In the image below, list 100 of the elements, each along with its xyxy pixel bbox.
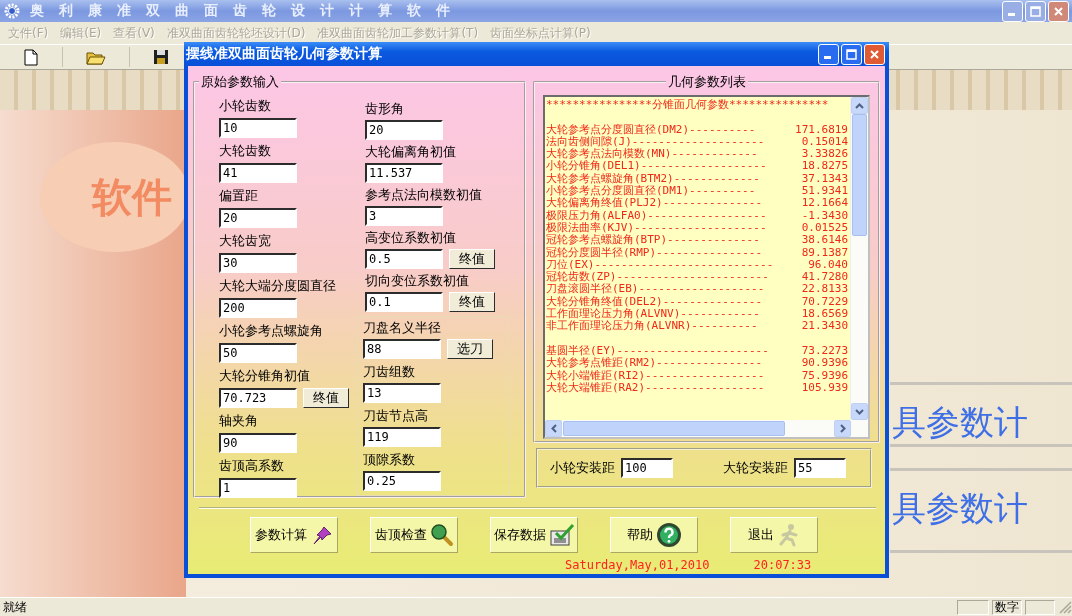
parameter-name: 非工作面理论压力角(ALVNR)---------- xyxy=(546,320,758,333)
vertical-scrollbar[interactable] xyxy=(850,97,868,420)
parameter-value: 3.33826 xyxy=(801,148,848,161)
field-label: 大轮齿宽 xyxy=(219,232,272,250)
caret-down-icon xyxy=(855,408,864,415)
field-label: 大轮大端分度圆直径 xyxy=(219,277,337,295)
input-field[interactable]: 200 xyxy=(219,298,297,318)
parameter-value: 22.8133 xyxy=(801,283,848,296)
scroll-thumb[interactable] xyxy=(563,421,785,436)
input-field[interactable]: 70.723 xyxy=(219,388,297,408)
input-field[interactable]: 50 xyxy=(219,343,297,363)
minimize-button[interactable] xyxy=(818,43,839,65)
parameter-name: 极限压力角(ALFA0)------------------ xyxy=(546,209,767,222)
parameter-value: 75.9396 xyxy=(801,369,848,382)
caret-up-icon xyxy=(855,102,864,109)
parameter-value: -1.3430 xyxy=(801,209,848,222)
maximize-icon xyxy=(846,48,857,60)
save-icon[interactable] xyxy=(153,49,169,65)
parameter-value: 171.6819 xyxy=(795,123,848,136)
input-field[interactable]: 0.1 xyxy=(365,292,443,312)
input-field[interactable]: 3 xyxy=(365,206,443,226)
input-field[interactable]: 10 xyxy=(219,118,297,138)
disk-check-icon xyxy=(548,523,575,547)
input-field[interactable]: 20 xyxy=(365,120,443,140)
minimize-icon xyxy=(1007,12,1015,16)
small-button[interactable]: 终值 xyxy=(449,249,495,269)
parameter-value: 12.1664 xyxy=(801,197,848,210)
parameter-name: 大轮大端锥距(RA2)------------------ xyxy=(546,381,765,395)
input-field[interactable]: 119 xyxy=(363,427,441,447)
status-text: 就绪 xyxy=(2,598,27,616)
action-button[interactable]: 齿顶检查 xyxy=(370,517,458,553)
parameter-name: 冠轮齿数(ZP)----------------------- xyxy=(546,271,769,284)
parameter-value: 0.01525 xyxy=(801,221,848,235)
caret-left-icon xyxy=(550,424,557,433)
scroll-down-button[interactable] xyxy=(851,403,868,420)
action-button[interactable]: 退出 xyxy=(730,517,818,553)
input-field[interactable]: 55 xyxy=(794,458,846,478)
parameter-name: 基圆半径(EY)----------------------- xyxy=(546,344,769,357)
parameter-value: 51.9341 xyxy=(801,185,848,198)
field-label: 轴夹角 xyxy=(219,412,259,430)
small-button[interactable]: 终值 xyxy=(449,292,495,312)
input-field[interactable]: 0.25 xyxy=(363,471,441,491)
input-field[interactable]: 30 xyxy=(219,253,297,273)
input-field[interactable]: 20 xyxy=(219,208,297,228)
field-label: 大轮齿数 xyxy=(219,142,272,160)
input-field[interactable]: 100 xyxy=(621,458,673,478)
folder-icon[interactable] xyxy=(86,49,106,65)
input-field[interactable]: 0.5 xyxy=(365,249,443,269)
action-button[interactable]: 保存数据 xyxy=(490,517,578,553)
scroll-right-button[interactable] xyxy=(834,420,851,437)
field-label: 小轮齿数 xyxy=(219,97,272,115)
group-title: 几何参数列表 xyxy=(666,73,747,91)
close-button[interactable] xyxy=(864,43,885,65)
input-field[interactable]: 1 xyxy=(219,478,297,498)
parameter-name: 工作面理论压力角(ALVNV)------------ xyxy=(546,308,760,321)
window-title: 奥利康准双曲面齿轮设计计算软件 xyxy=(30,2,465,20)
group-title: 原始参数输入 xyxy=(200,73,280,91)
scroll-thumb[interactable] xyxy=(852,114,867,236)
field-label: 高变位系数初值 xyxy=(365,229,457,247)
parameter-value: 21.3430 xyxy=(801,320,848,333)
field-label: 刀盘名义半径 xyxy=(363,319,442,337)
new-document-icon[interactable] xyxy=(24,48,38,66)
input-field[interactable]: 90 xyxy=(219,433,297,453)
status-panel xyxy=(957,599,989,615)
action-button[interactable]: 参数计算 xyxy=(250,517,338,553)
parameter-name: 刀盘滚圆半径(EB)------------------- xyxy=(546,283,765,296)
logo-text: 软件 xyxy=(92,172,172,222)
scroll-left-button[interactable] xyxy=(545,420,562,437)
parameter-name: 刀位(EX)--------------------------- xyxy=(546,258,774,271)
date-text: Saturday,May,01,2010 xyxy=(565,558,710,572)
input-field[interactable]: 41 xyxy=(219,163,297,183)
action-button[interactable]: 帮助 xyxy=(610,517,698,553)
minimize-icon xyxy=(823,55,831,59)
field-label: 小轮参考点螺旋角 xyxy=(219,322,324,340)
field-label: 顶隙系数 xyxy=(363,451,416,469)
small-button[interactable]: 终值 xyxy=(303,388,349,408)
input-field[interactable]: 88 xyxy=(363,339,441,359)
parameter-name: 小轮分锥角(DEL1)------------------- xyxy=(546,160,767,173)
input-field[interactable]: 13 xyxy=(363,383,441,403)
scroll-up-button[interactable] xyxy=(851,97,868,114)
resize-grip-icon[interactable] xyxy=(1058,600,1072,614)
maximize-button[interactable] xyxy=(841,43,862,65)
close-button[interactable] xyxy=(1048,0,1069,22)
small-button[interactable]: 选刀 xyxy=(447,339,493,359)
parameter-name: 极限法曲率(KJV)-------------------- xyxy=(546,221,767,234)
field-label: 大轮偏离角初值 xyxy=(365,143,457,161)
horizontal-scrollbar[interactable] xyxy=(545,420,868,437)
parameter-name: 冠轮参考点螺旋角(BTP)-------------- xyxy=(546,234,760,247)
field-label: 大轮分锥角初值 xyxy=(219,367,311,385)
parameter-name: 大轮分锥角终值(DEL2)--------------- xyxy=(546,295,763,308)
parameter-name: 大轮参考点锥距(RM2)---------------- xyxy=(546,357,763,370)
list-header: ****************分锥面几何参数*************** xyxy=(546,99,830,112)
parameter-value: 0.15014 xyxy=(801,135,848,149)
input-field[interactable]: 11.537 xyxy=(365,163,443,183)
banner-text: 具参数计 xyxy=(892,488,1028,528)
gear-icon xyxy=(4,3,20,19)
time-text: 20:07:33 xyxy=(753,558,812,572)
parameter-value: 37.1343 xyxy=(801,172,848,186)
close-icon xyxy=(869,48,880,60)
parameter-value: 70.7229 xyxy=(801,295,848,309)
